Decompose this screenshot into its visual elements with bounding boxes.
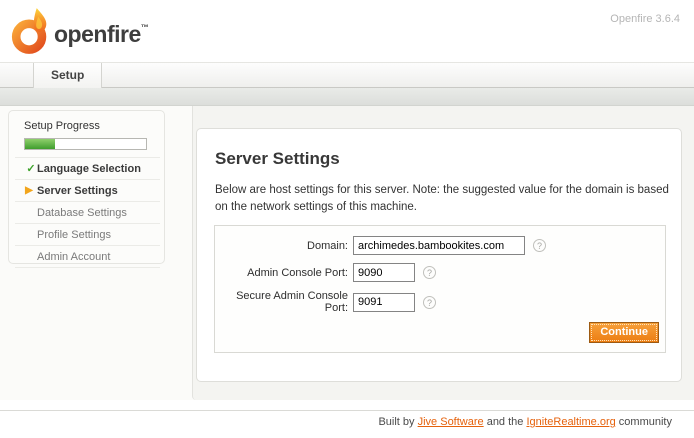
secure-port-row: Secure Admin Console Port: ? (215, 290, 665, 314)
server-settings-panel: Server Settings Below are host settings … (196, 128, 682, 382)
domain-row: Domain: ? (215, 236, 665, 255)
step-label: Server Settings (37, 185, 118, 197)
admin-port-label: Admin Console Port: (215, 267, 353, 279)
page-description: Below are host settings for this server.… (215, 182, 680, 217)
domain-label: Domain: (215, 240, 353, 252)
admin-port-input[interactable] (353, 263, 415, 282)
step-language-selection: ✓ Language Selection (15, 158, 160, 180)
tab-setup[interactable]: Setup (33, 63, 102, 88)
jive-software-link[interactable]: Jive Software (418, 416, 484, 428)
step-label: Profile Settings (37, 229, 111, 241)
admin-port-row: Admin Console Port: ? (215, 263, 665, 282)
settings-fieldset: Domain: ? Admin Console Port: ? Secure A… (214, 225, 666, 353)
header: openfire™ Openfire 3.6.4 (0, 0, 694, 62)
page-title: Server Settings (215, 149, 681, 169)
footer-text-suffix: community (616, 416, 672, 428)
subnav-strip (0, 88, 694, 106)
step-label: Language Selection (37, 163, 141, 175)
current-step-arrow-icon: ▶ (23, 180, 35, 202)
step-server-settings: ▶ Server Settings (15, 180, 160, 202)
help-icon[interactable]: ? (533, 239, 546, 252)
setup-progress-title: Setup Progress (9, 111, 164, 132)
step-admin-account: Admin Account (15, 246, 160, 268)
footer-text-prefix: Built by (378, 416, 417, 428)
secure-port-input[interactable] (353, 293, 415, 312)
step-database-settings: Database Settings (15, 202, 160, 224)
progress-fill (25, 139, 55, 149)
setup-steps-list: ✓ Language Selection ▶ Server Settings D… (15, 157, 160, 268)
footer-text-middle: and the (484, 416, 527, 428)
secure-port-label: Secure Admin Console Port: (215, 290, 353, 314)
footer-divider (0, 410, 694, 411)
setup-progress-sidebar: Setup Progress ✓ Language Selection ▶ Se… (8, 110, 165, 264)
step-label: Database Settings (37, 207, 127, 219)
help-icon[interactable]: ? (423, 296, 436, 309)
footer-credits: Built by Jive Software and the IgniteRea… (378, 416, 672, 428)
openfire-setup-page: openfire™ Openfire 3.6.4 Setup Setup Pro… (0, 0, 694, 438)
progress-bar (24, 138, 147, 150)
domain-input[interactable] (353, 236, 525, 255)
tab-bar: Setup (0, 62, 694, 88)
step-profile-settings: Profile Settings (15, 224, 160, 246)
version-label: Openfire 3.6.4 (610, 13, 680, 25)
continue-button[interactable]: Continue (589, 322, 659, 343)
brand-wordmark: openfire™ (54, 21, 148, 48)
igniterealtime-link[interactable]: IgniteRealtime.org (526, 416, 615, 428)
help-icon[interactable]: ? (423, 266, 436, 279)
openfire-flame-logo-icon (10, 7, 52, 55)
checkmark-icon: ✓ (25, 158, 37, 180)
trademark-symbol: ™ (141, 23, 149, 32)
step-label: Admin Account (37, 251, 110, 263)
